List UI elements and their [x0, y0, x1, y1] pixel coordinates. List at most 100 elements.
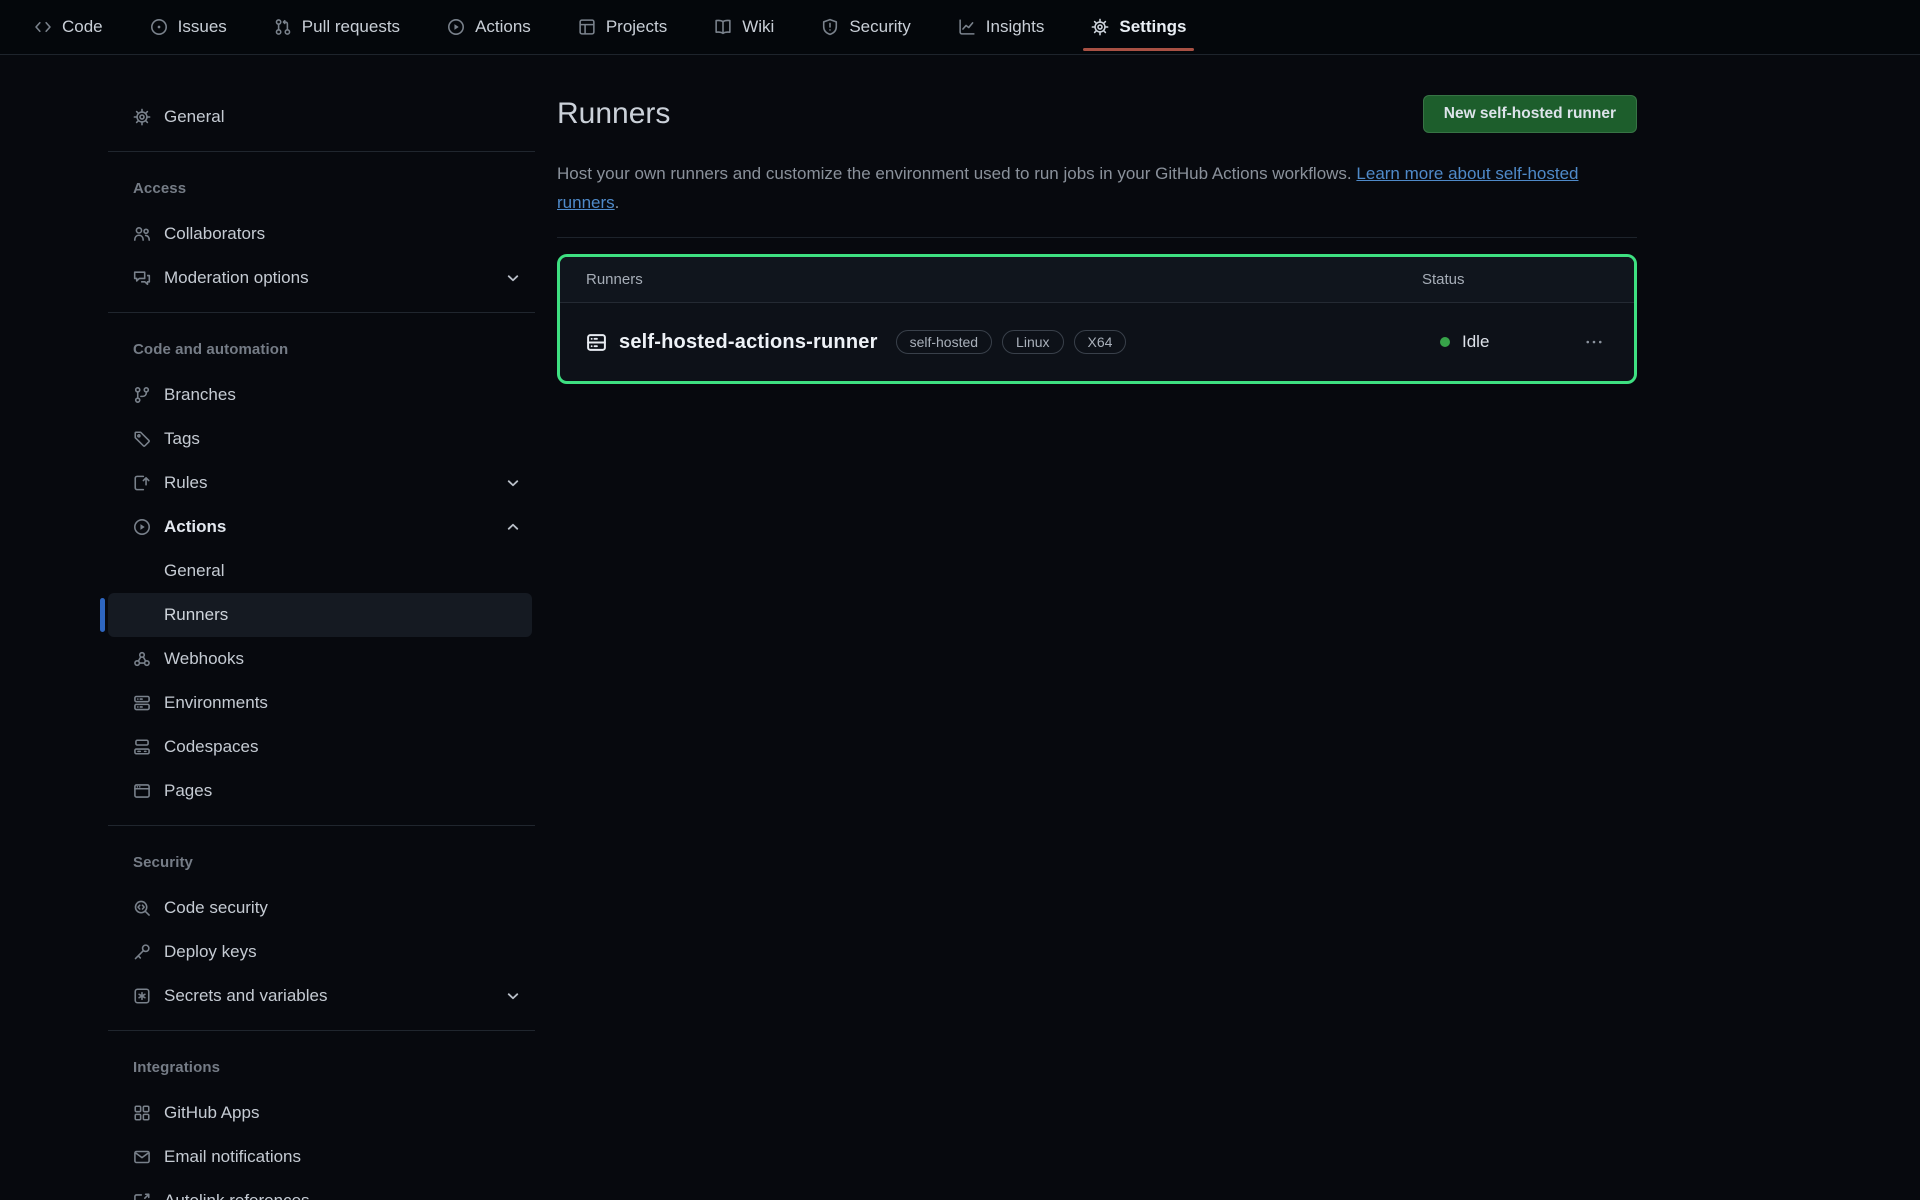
runners-description: Host your own runners and customize the … [557, 159, 1637, 217]
tab-label: Insights [986, 17, 1045, 37]
sidebar-section-security: Security [100, 838, 535, 886]
issue-opened-icon [150, 18, 168, 36]
tab-code[interactable]: Code [34, 0, 103, 54]
cross-reference-icon [133, 1192, 151, 1200]
tab-insights[interactable]: Insights [958, 0, 1045, 54]
codescan-icon [133, 899, 151, 917]
description-period: . [615, 193, 620, 212]
sidebar-item-pages[interactable]: Pages [108, 769, 532, 813]
git-pull-request-icon [274, 18, 292, 36]
sidebar-item-webhooks[interactable]: Webhooks [108, 637, 532, 681]
kebab-menu-button[interactable] [1580, 328, 1608, 356]
runner-name-cell: self-hosted-actions-runner self-hosted L… [586, 330, 1440, 354]
apps-grid-icon [133, 1104, 151, 1122]
browser-icon [133, 782, 151, 800]
tab-settings[interactable]: Settings [1091, 0, 1186, 54]
sidebar-item-email-notifications[interactable]: Email notifications [108, 1135, 532, 1179]
sidebar-item-label: Codespaces [164, 737, 259, 757]
sidebar-item-label: Moderation options [164, 268, 309, 288]
tab-label: Wiki [742, 17, 774, 37]
people-icon [133, 225, 151, 243]
sidebar-item-label: Environments [164, 693, 268, 713]
sidebar-item-actions-runners[interactable]: Runners [108, 593, 532, 637]
sidebar-item-environments[interactable]: Environments [108, 681, 532, 725]
key-icon [133, 943, 151, 961]
sidebar-divider [108, 151, 535, 152]
sidebar-section-access: Access [100, 164, 535, 212]
sidebar-item-actions-general[interactable]: General [108, 549, 532, 593]
sidebar-item-codespaces[interactable]: Codespaces [108, 725, 532, 769]
tab-label: Code [62, 17, 103, 37]
rules-icon [133, 474, 151, 492]
sidebar-item-secrets-and-variables[interactable]: Secrets and variables [108, 974, 532, 1018]
sidebar-item-actions[interactable]: Actions [108, 505, 532, 549]
sidebar-item-branches[interactable]: Branches [108, 373, 532, 417]
runner-label-pill: Linux [1002, 330, 1063, 354]
code-icon [34, 18, 52, 36]
runner-labels: self-hosted Linux X64 [896, 330, 1127, 354]
sidebar-item-collaborators[interactable]: Collaborators [108, 212, 532, 256]
tab-label: Security [849, 17, 910, 37]
sidebar-divider [108, 312, 535, 313]
sidebar-item-rules[interactable]: Rules [108, 461, 532, 505]
runner-label-pill: X64 [1074, 330, 1127, 354]
sidebar-item-code-security[interactable]: Code security [108, 886, 532, 930]
sidebar-item-moderation-options[interactable]: Moderation options [108, 256, 532, 300]
sidebar-section-integrations: Integrations [100, 1043, 535, 1091]
sidebar-item-label: Tags [164, 429, 200, 449]
sidebar-item-label: Secrets and variables [164, 986, 327, 1006]
sidebar-item-github-apps[interactable]: GitHub Apps [108, 1091, 532, 1135]
tab-label: Projects [606, 17, 667, 37]
git-branch-icon [133, 386, 151, 404]
sidebar-item-autolink-references[interactable]: Autolink references [108, 1179, 532, 1200]
sidebar-item-deploy-keys[interactable]: Deploy keys [108, 930, 532, 974]
sidebar-item-label: GitHub Apps [164, 1103, 259, 1123]
runner-status: Idle [1462, 332, 1489, 352]
tag-icon [133, 430, 151, 448]
codespaces-icon [133, 738, 151, 756]
runners-table: Runners Status self-hosted-actions-runne… [557, 254, 1637, 384]
book-icon [714, 18, 732, 36]
comment-discussion-icon [133, 269, 151, 287]
runners-column-header: Runners [586, 271, 1422, 288]
play-icon [447, 18, 465, 36]
sidebar-item-label: Runners [164, 605, 228, 625]
table-icon [578, 18, 596, 36]
sidebar-item-label: Rules [164, 473, 207, 493]
sidebar-item-label: General [164, 107, 224, 127]
runner-label-pill: self-hosted [896, 330, 992, 354]
tab-pull-requests[interactable]: Pull requests [274, 0, 400, 54]
kebab-icon [1584, 332, 1604, 352]
sidebar-section-code-and-automation: Code and automation [100, 325, 535, 373]
runner-row: self-hosted-actions-runner self-hosted L… [560, 303, 1634, 381]
sidebar-item-general[interactable]: General [108, 95, 532, 139]
sidebar-item-tags[interactable]: Tags [108, 417, 532, 461]
tab-actions[interactable]: Actions [447, 0, 531, 54]
mail-icon [133, 1148, 151, 1166]
sidebar-item-label: Webhooks [164, 649, 244, 669]
shield-icon [821, 18, 839, 36]
repo-nav: Code Issues Pull requests Actions Projec… [0, 0, 1920, 55]
settings-sidebar: General Access Collaborators Moderation … [0, 55, 535, 1200]
runner-server-icon [586, 332, 607, 353]
runners-table-header: Runners Status [560, 257, 1634, 303]
tab-issues[interactable]: Issues [150, 0, 227, 54]
page-title: Runners [557, 95, 670, 133]
chevron-down-icon [504, 987, 522, 1005]
new-self-hosted-runner-button[interactable]: New self-hosted runner [1423, 95, 1637, 133]
sidebar-item-label: Email notifications [164, 1147, 301, 1167]
tab-wiki[interactable]: Wiki [714, 0, 774, 54]
status-column-header: Status [1422, 271, 1562, 288]
tab-projects[interactable]: Projects [578, 0, 667, 54]
tab-label: Settings [1119, 17, 1186, 37]
chevron-down-icon [504, 474, 522, 492]
sidebar-item-label: Pages [164, 781, 212, 801]
runner-status-cell: Idle [1440, 332, 1580, 352]
sidebar-divider [108, 825, 535, 826]
section-divider [557, 237, 1637, 238]
graph-icon [958, 18, 976, 36]
runner-name-link[interactable]: self-hosted-actions-runner [619, 331, 878, 354]
server-icon [133, 694, 151, 712]
tab-security[interactable]: Security [821, 0, 910, 54]
description-text: Host your own runners and customize the … [557, 164, 1352, 183]
